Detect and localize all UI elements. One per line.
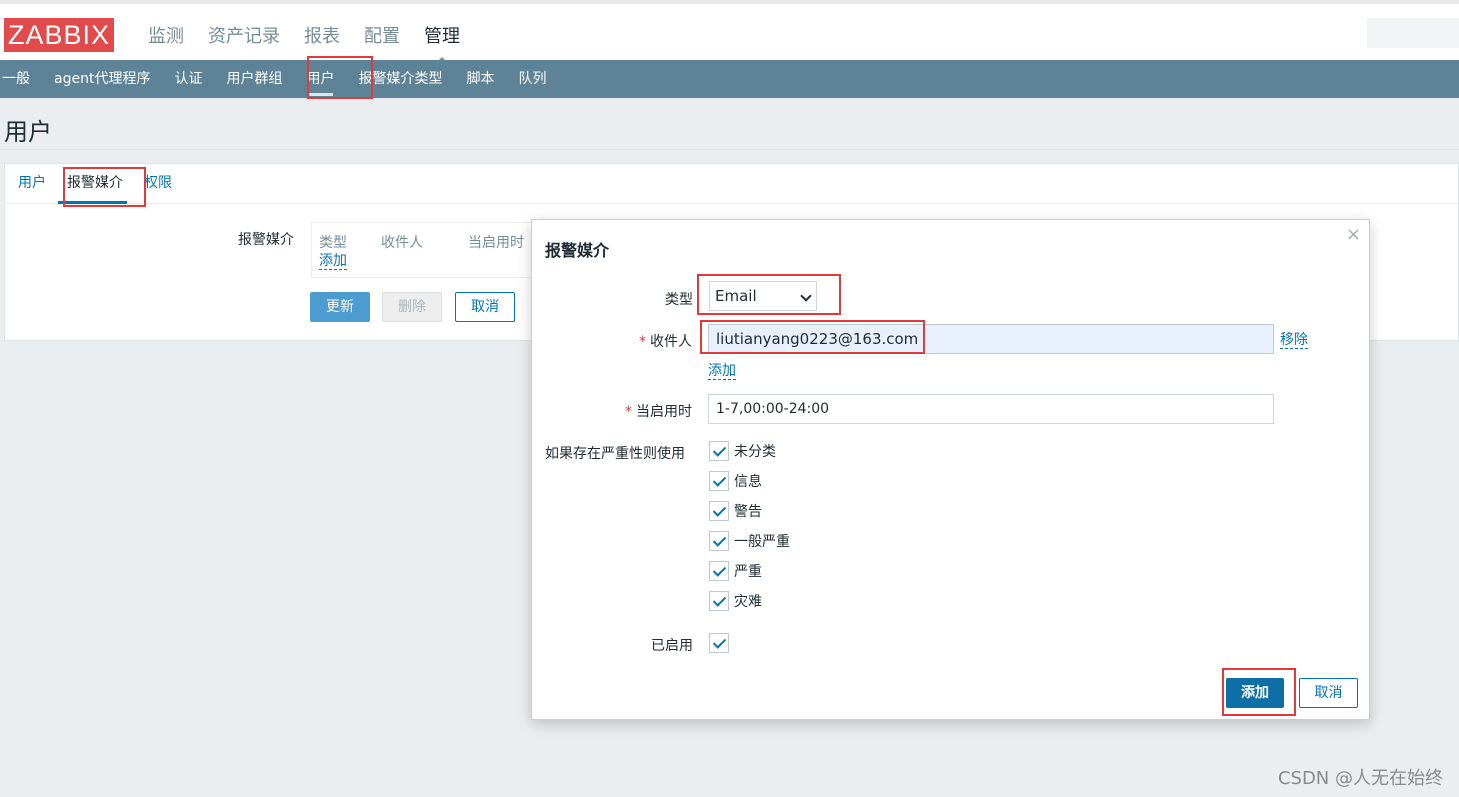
close-icon[interactable]: × <box>1346 224 1361 245</box>
sendto-label: * 收件人 <box>639 334 692 350</box>
sub-menu-scripts[interactable]: 脚本 <box>454 60 506 98</box>
sub-menu-users[interactable]: 用户 <box>294 60 346 98</box>
sub-menu-authentication[interactable]: 认证 <box>162 60 214 98</box>
dialog-cancel-button[interactable]: 取消 <box>1299 678 1358 708</box>
severity-disaster[interactable]: 灾难 <box>709 591 762 611</box>
delete-button[interactable]: 删除 <box>382 292 442 322</box>
main-menu-monitoring[interactable]: 监测 <box>148 22 184 48</box>
top-header: ZABBIX 监测 资产记录 报表 配置 管理 <box>0 0 1459 64</box>
cancel-button[interactable]: 取消 <box>455 292 515 322</box>
sub-menu-queue[interactable]: 队列 <box>506 60 558 98</box>
sub-menu-general[interactable]: 一般 <box>0 60 42 98</box>
media-label: 报警媒介 <box>238 232 294 248</box>
dialog-add-button[interactable]: 添加 <box>1226 678 1284 708</box>
type-select-value: Email <box>715 287 757 305</box>
type-label: 类型 <box>665 292 693 308</box>
main-menu-administration[interactable]: 管理 <box>424 22 460 64</box>
media-col-when-active: 当启用时 <box>468 235 524 251</box>
severity-average[interactable]: 一般严重 <box>709 531 790 551</box>
checkbox-checked-icon[interactable] <box>709 561 729 581</box>
sendto-input[interactable]: liutianyang0223@163.com <box>708 324 1274 354</box>
checkbox-checked-icon[interactable] <box>709 591 729 611</box>
main-menu-configuration[interactable]: 配置 <box>364 22 400 48</box>
type-select[interactable]: Email <box>709 281 817 311</box>
severity-label: 如果存在严重性则使用 <box>545 446 685 462</box>
checkbox-checked-icon[interactable] <box>709 441 729 461</box>
add-sendto-link[interactable]: 添加 <box>708 363 736 380</box>
tab-permissions[interactable]: 权限 <box>131 164 180 202</box>
enabled-label: 已启用 <box>651 638 693 654</box>
zabbix-logo[interactable]: ZABBIX <box>4 18 115 52</box>
sub-menu-media-types[interactable]: 报警媒介类型 <box>346 60 454 98</box>
main-menu: 监测 资产记录 报表 配置 管理 <box>148 22 484 64</box>
main-menu-inventory[interactable]: 资产记录 <box>208 22 280 48</box>
media-dialog: 报警媒介 × 类型 Email * 收件人 liutianyang0223@163… <box>531 219 1370 720</box>
sub-menu: 一般 agent代理程序 认证 用户群组 用户 报警媒介类型 脚本 队列 <box>0 60 1459 98</box>
period-input[interactable]: 1-7,00:00-24:00 <box>708 394 1274 424</box>
form-tabs: 用户 报警媒介 权限 <box>5 164 1458 204</box>
severity-not-classified[interactable]: 未分类 <box>709 441 776 461</box>
media-col-type: 类型 <box>319 235 347 251</box>
severity-information[interactable]: 信息 <box>709 471 762 491</box>
chevron-down-icon <box>800 290 812 302</box>
media-col-sendto: 收件人 <box>381 235 423 251</box>
enabled-checkbox[interactable] <box>709 633 734 653</box>
remove-link[interactable]: 移除 <box>1280 332 1308 349</box>
update-button[interactable]: 更新 <box>310 292 370 322</box>
watermark: CSDN @人无在始终 <box>1277 768 1443 789</box>
media-table: 类型 收件人 当启用时 添加 <box>311 222 551 278</box>
sub-menu-proxies[interactable]: agent代理程序 <box>42 60 162 98</box>
tab-media[interactable]: 报警媒介 <box>54 164 131 204</box>
tab-user[interactable]: 用户 <box>5 164 54 202</box>
media-add-link[interactable]: 添加 <box>319 253 347 270</box>
main-menu-reports[interactable]: 报表 <box>304 22 340 48</box>
page-title: 用户 <box>4 118 52 146</box>
severity-high[interactable]: 严重 <box>709 561 762 581</box>
severity-warning[interactable]: 警告 <box>709 501 762 521</box>
checkbox-checked-icon[interactable] <box>709 471 729 491</box>
checkbox-checked-icon[interactable] <box>709 501 729 521</box>
dialog-title: 报警媒介 <box>545 241 610 260</box>
search-box[interactable] <box>1367 18 1459 48</box>
divider <box>0 149 1459 150</box>
sub-menu-user-groups[interactable]: 用户群组 <box>214 60 294 98</box>
checkbox-checked-icon[interactable] <box>709 633 729 653</box>
checkbox-checked-icon[interactable] <box>709 531 729 551</box>
period-label: * 当启用时 <box>625 404 692 420</box>
